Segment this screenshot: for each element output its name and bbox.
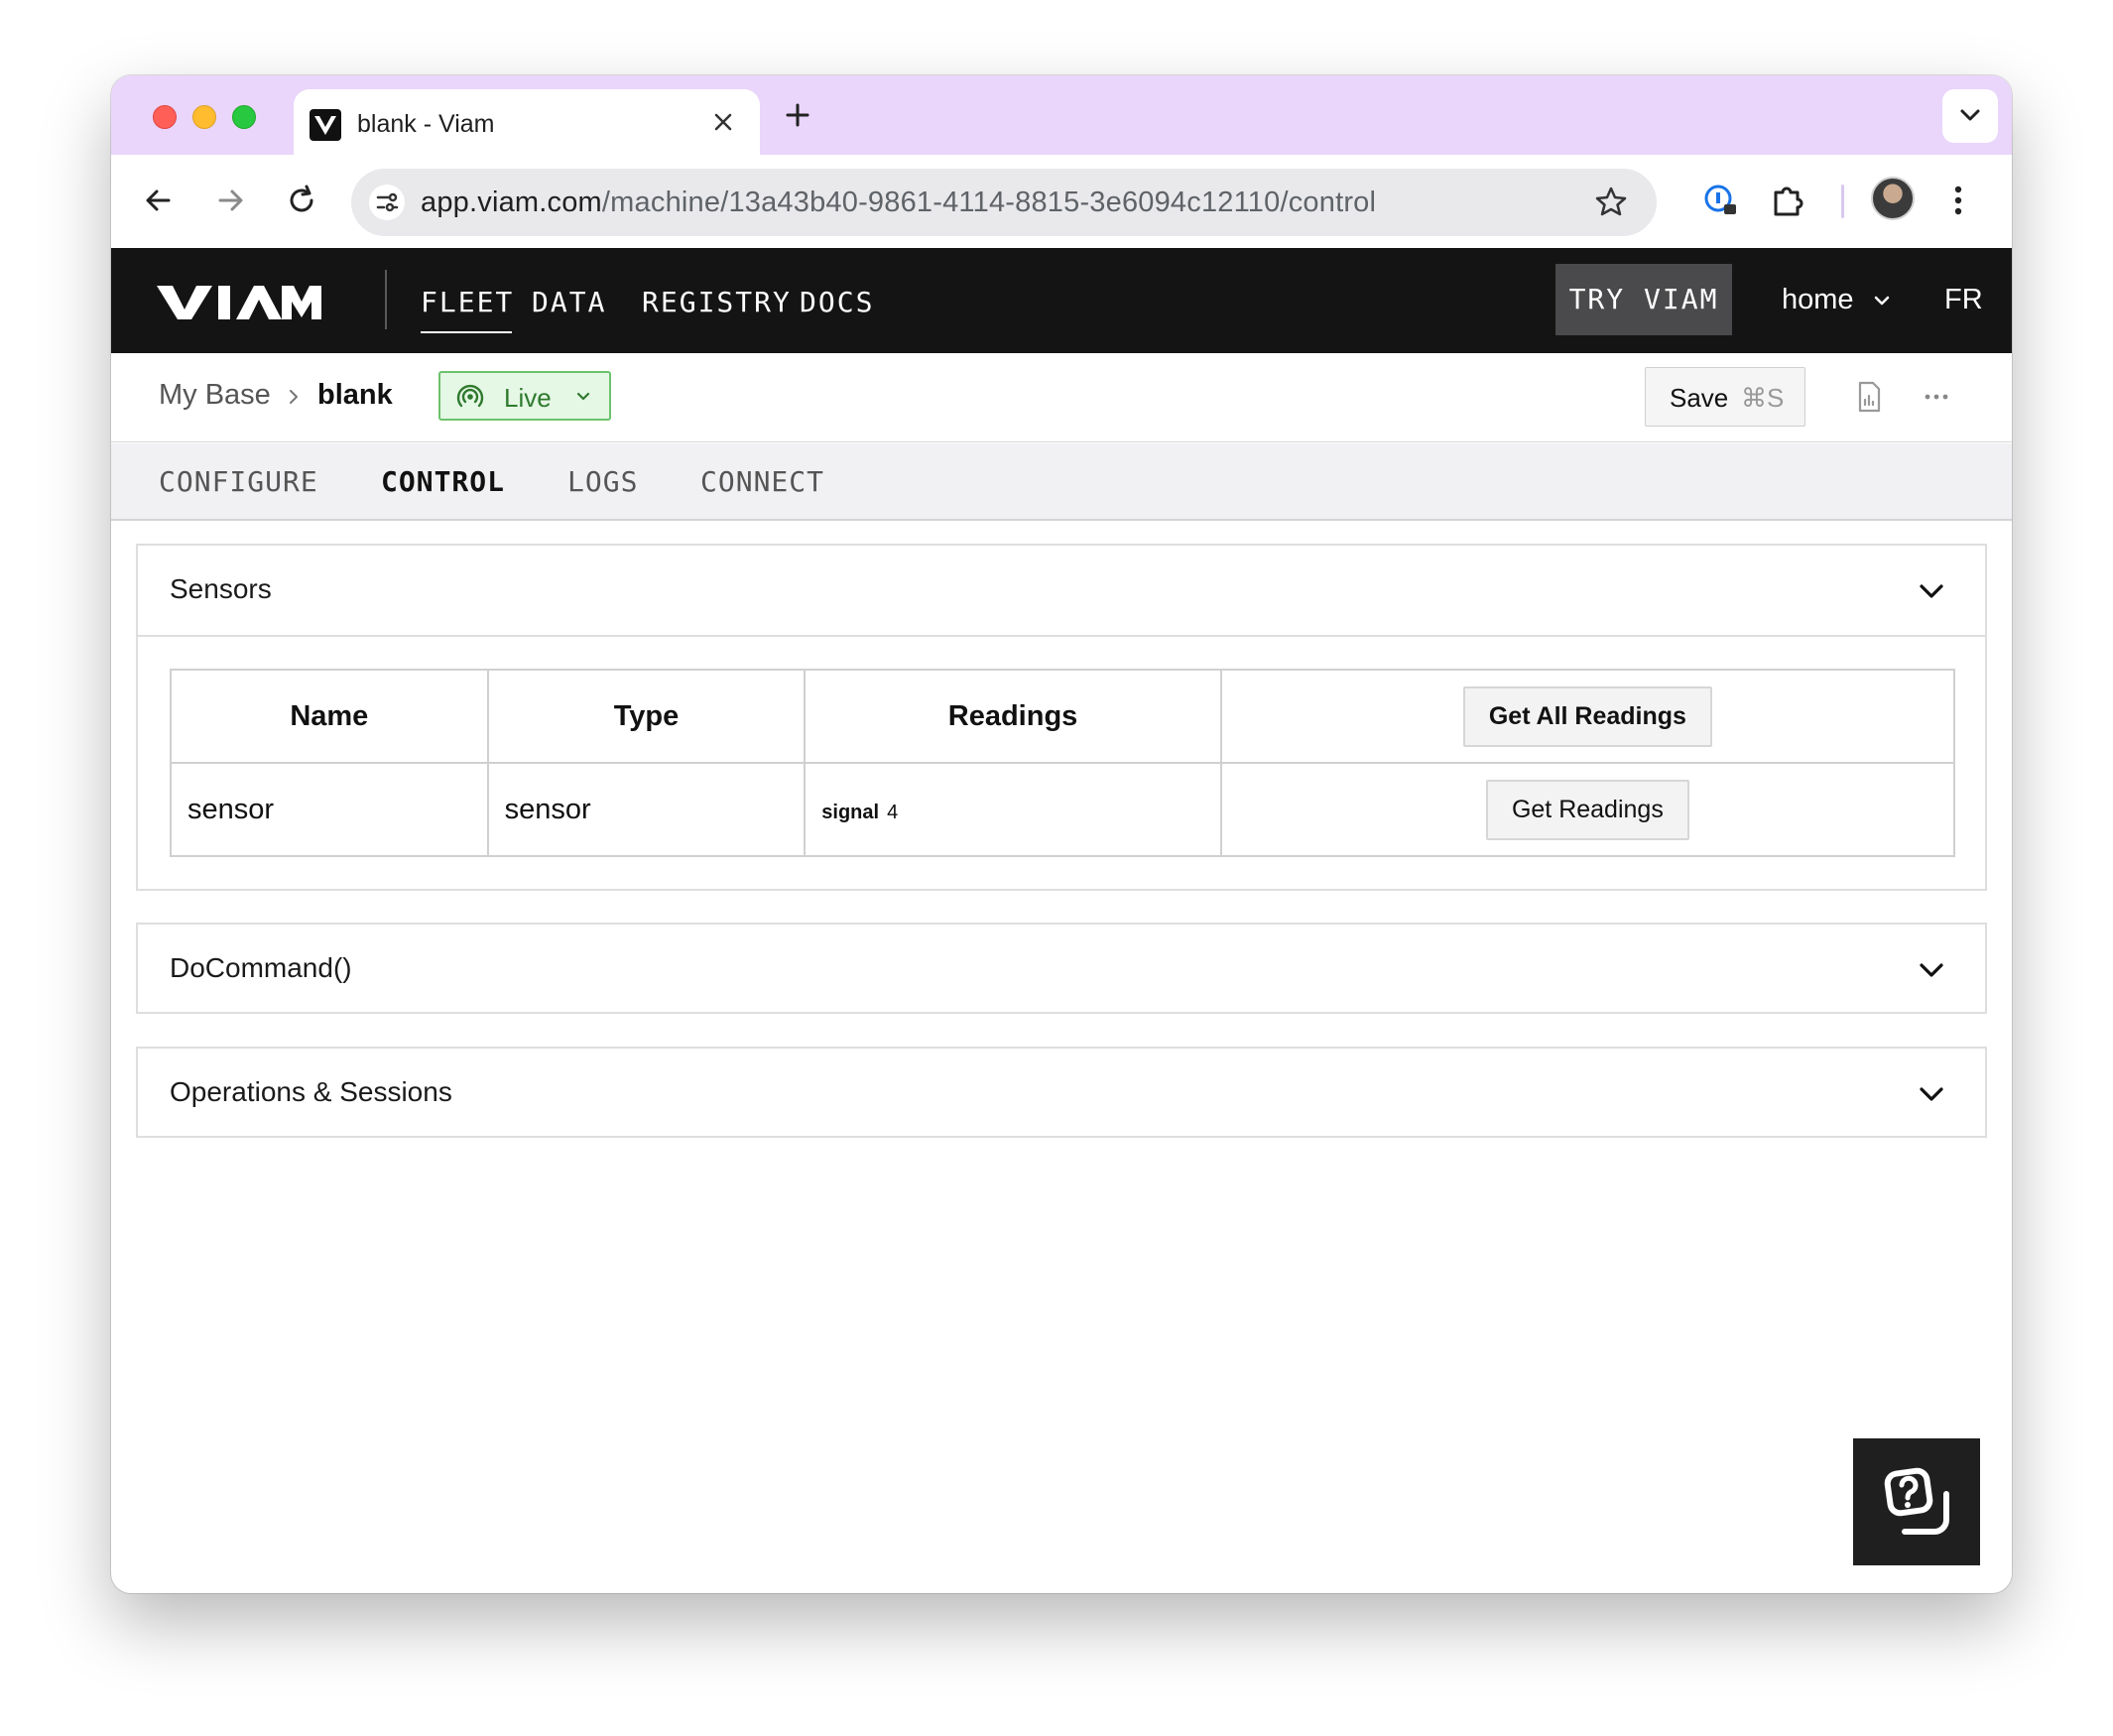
reload-icon[interactable]	[282, 181, 321, 220]
tab-search-button[interactable]	[1942, 89, 1998, 143]
password-manager-icon[interactable]	[1698, 179, 1742, 222]
org-selector[interactable]: home	[1782, 284, 1854, 316]
tab-connect[interactable]: CONNECT	[700, 465, 824, 498]
browser-window: blank - Viam app.viam.com/machine/13a43b…	[111, 75, 2012, 1593]
sensor-name-cell: sensor	[170, 762, 489, 857]
tab-configure[interactable]: CONFIGURE	[159, 465, 318, 498]
url-domain: app.viam.com	[421, 186, 602, 218]
user-menu[interactable]: FR	[1944, 284, 1983, 316]
url-path: /machine/13a43b40-9861-4114-8815-3e6094c…	[601, 186, 1377, 218]
more-options-icon[interactable]	[1917, 377, 1956, 417]
machine-tabs: CONFIGURE CONTROL LOGS CONNECT	[111, 443, 2012, 521]
sensors-table: Name Type Readings Get All Readings sens…	[170, 669, 1956, 857]
docommand-panel[interactable]: DoCommand()	[136, 923, 1987, 1014]
nav-fleet[interactable]: FLEET	[421, 286, 514, 318]
sensor-actions-cell: Get Readings	[1219, 762, 1956, 857]
chevron-down-icon[interactable]	[1871, 290, 1893, 311]
chevron-right-icon	[284, 387, 304, 407]
chevron-down-icon	[1960, 109, 1980, 121]
active-nav-underline	[421, 331, 512, 333]
help-chat-button[interactable]	[1853, 1438, 1980, 1565]
table-header-row: Name Type Readings Get All Readings	[170, 669, 1956, 764]
sensor-readings-cell: signal 4	[804, 762, 1222, 857]
live-status-dropdown[interactable]: Live	[438, 371, 611, 421]
minimize-window-button[interactable]	[192, 105, 216, 129]
app-header: FLEET DATA REGISTRY DOCS TRY VIAM home F…	[111, 248, 2012, 353]
profile-avatar[interactable]	[1871, 177, 1915, 220]
chevron-down-icon[interactable]	[1916, 1078, 1947, 1110]
column-header-name: Name	[170, 669, 489, 764]
live-status-label: Live	[504, 383, 552, 413]
nav-registry[interactable]: REGISTRY	[642, 286, 792, 318]
bookmark-star-icon[interactable]	[1591, 183, 1631, 222]
sensors-panel: Sensors Name Type Readings Get All Readi…	[136, 544, 1987, 891]
breadcrumb-parent[interactable]: My Base	[159, 379, 271, 412]
chevron-down-icon[interactable]	[1916, 575, 1947, 607]
screen: blank - Viam app.viam.com/machine/13a43b…	[0, 0, 2113, 1736]
site-settings-icon[interactable]	[369, 185, 405, 220]
tab-control[interactable]: CONTROL	[381, 465, 505, 498]
close-tab-icon[interactable]	[708, 107, 738, 137]
save-label: Save	[1670, 383, 1729, 413]
tab-strip: blank - Viam	[111, 75, 2012, 157]
docommand-title: DoCommand()	[170, 952, 352, 983]
chevron-down-icon	[573, 387, 593, 407]
browser-menu-dots-icon[interactable]	[1936, 179, 1980, 222]
try-viam-button[interactable]: TRY VIAM	[1555, 264, 1732, 335]
forward-arrow-icon[interactable]	[210, 181, 250, 220]
logo-divider	[385, 270, 387, 329]
tab-title: blank - Viam	[357, 110, 495, 138]
column-header-readings: Readings	[804, 669, 1222, 764]
extensions-puzzle-icon[interactable]	[1766, 179, 1809, 222]
breadcrumb-bar: My Base blank Live Save ⌘S	[111, 353, 2012, 442]
operations-panel-header[interactable]: Operations & Sessions	[138, 1049, 1985, 1138]
sensor-type-cell: sensor	[486, 762, 807, 857]
browser-toolbar: app.viam.com/machine/13a43b40-9861-4114-…	[111, 155, 2012, 248]
nav-docs[interactable]: DOCS	[800, 286, 874, 318]
viam-logo[interactable]	[157, 284, 321, 321]
reading-value: 4	[887, 801, 899, 823]
breadcrumb-current: blank	[317, 379, 393, 411]
table-row: sensor sensor signal 4 Get Readings	[170, 762, 1956, 857]
viam-favicon-icon	[310, 109, 341, 141]
reading-key: signal	[821, 801, 880, 823]
column-header-type: Type	[486, 669, 807, 764]
sensors-title: Sensors	[170, 573, 272, 604]
browser-tab[interactable]: blank - Viam	[294, 89, 760, 157]
nav-data[interactable]: DATA	[532, 286, 606, 318]
get-readings-button[interactable]: Get Readings	[1485, 779, 1689, 840]
close-window-button[interactable]	[153, 105, 177, 129]
get-all-readings-button[interactable]: Get All Readings	[1462, 685, 1712, 747]
address-bar[interactable]: app.viam.com/machine/13a43b40-9861-4114-…	[351, 169, 1657, 236]
divider	[138, 635, 1985, 637]
help-question-icon	[1884, 1467, 1949, 1535]
toolbar-separator	[1841, 185, 1844, 218]
live-signal-icon	[456, 383, 484, 411]
operations-title: Operations & Sessions	[170, 1076, 452, 1107]
tab-logs[interactable]: LOGS	[567, 465, 638, 498]
maximize-window-button[interactable]	[232, 105, 256, 129]
sensors-panel-header[interactable]: Sensors	[138, 546, 1985, 635]
save-button[interactable]: Save ⌘S	[1645, 367, 1805, 427]
operations-sessions-panel[interactable]: Operations & Sessions	[136, 1047, 1987, 1138]
docommand-panel-header[interactable]: DoCommand()	[138, 925, 1985, 1014]
new-tab-plus-icon[interactable]	[780, 97, 815, 133]
column-header-actions: Get All Readings	[1219, 669, 1956, 764]
save-shortcut: ⌘S	[1741, 383, 1785, 413]
chevron-down-icon[interactable]	[1916, 954, 1947, 986]
report-document-icon[interactable]	[1849, 377, 1889, 417]
back-arrow-icon[interactable]	[139, 181, 179, 220]
url-text: app.viam.com/machine/13a43b40-9861-4114-…	[421, 186, 1376, 219]
